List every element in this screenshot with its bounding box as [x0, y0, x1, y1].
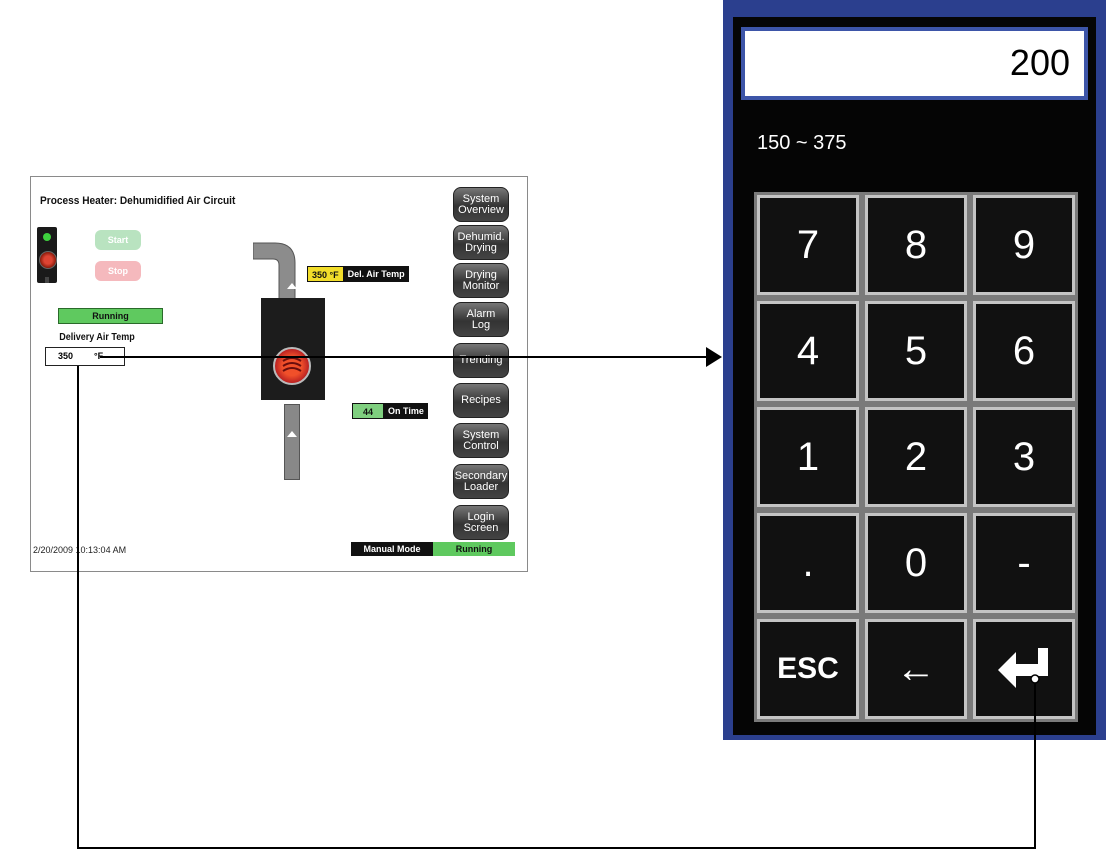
- connector-return: [77, 366, 1036, 849]
- arrowhead-icon: [706, 347, 722, 367]
- connector-dot: [1030, 674, 1040, 684]
- connector-lines: [77, 347, 1040, 849]
